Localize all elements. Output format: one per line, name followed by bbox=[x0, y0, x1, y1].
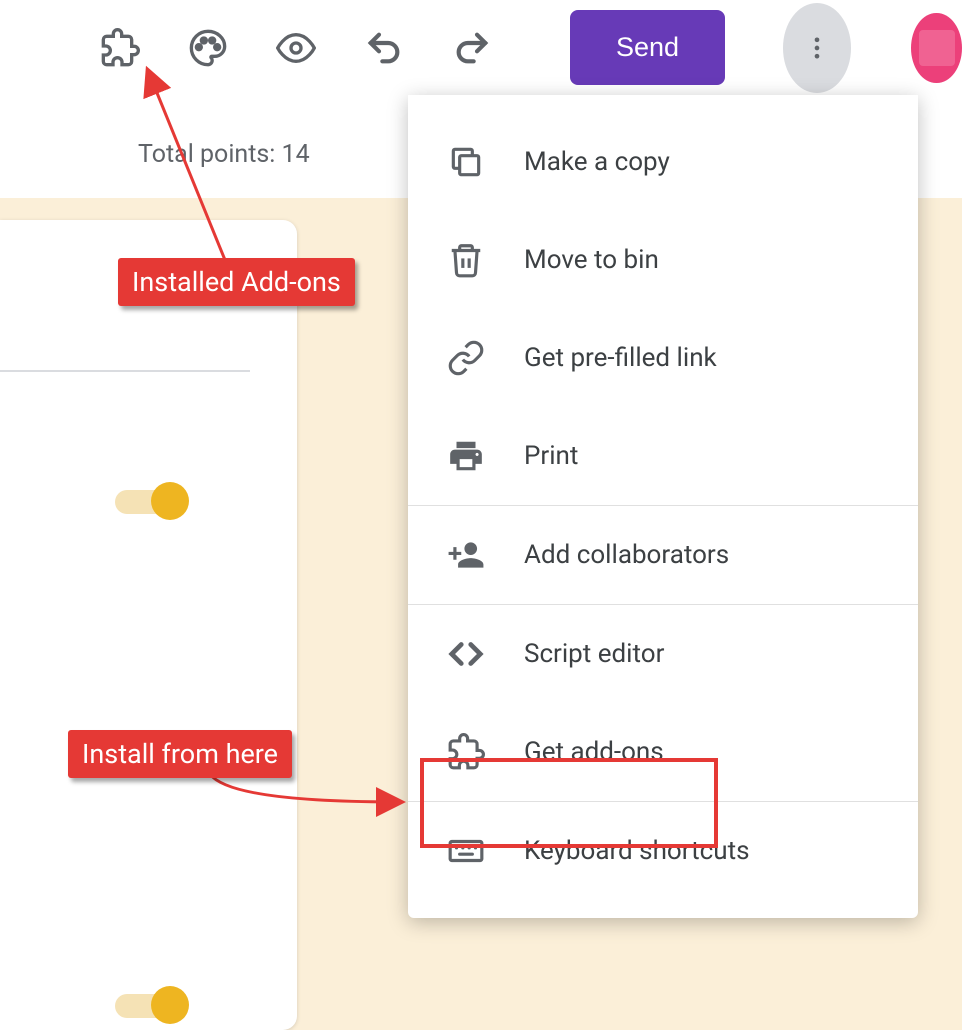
toolbar: Send bbox=[0, 0, 962, 95]
menu-item-label: Script editor bbox=[524, 639, 664, 669]
menu-item-script-editor[interactable]: Script editor bbox=[408, 605, 918, 703]
link-icon bbox=[444, 336, 488, 380]
undo-icon[interactable] bbox=[364, 26, 404, 70]
menu-item-label: Add collaborators bbox=[524, 540, 729, 570]
menu-item-label: Get pre-filled link bbox=[524, 343, 717, 373]
theme-icon[interactable] bbox=[188, 26, 228, 70]
menu-item-add-collaborators[interactable]: Add collaborators bbox=[408, 506, 918, 604]
addons-icon[interactable] bbox=[100, 26, 140, 70]
trash-icon bbox=[444, 238, 488, 282]
keyboard-icon bbox=[444, 829, 488, 873]
more-menu-button[interactable] bbox=[783, 3, 851, 93]
copy-icon bbox=[444, 140, 488, 184]
annotation-install-from-here: Install from here bbox=[68, 730, 292, 778]
puzzle-icon bbox=[444, 730, 488, 774]
collaborators-icon bbox=[444, 533, 488, 577]
menu-item-print[interactable]: Print bbox=[408, 407, 918, 505]
more-menu: Make a copy Move to bin Get pre-filled l… bbox=[408, 95, 918, 918]
annotation-installed-addons: Installed Add-ons bbox=[118, 258, 355, 306]
print-icon bbox=[444, 434, 488, 478]
avatar-image bbox=[919, 30, 955, 66]
menu-item-get-addons[interactable]: Get add-ons bbox=[408, 703, 918, 801]
menu-item-prefilled-link[interactable]: Get pre-filled link bbox=[408, 309, 918, 407]
menu-item-make-copy[interactable]: Make a copy bbox=[408, 113, 918, 211]
menu-item-keyboard-shortcuts[interactable]: Keyboard shortcuts bbox=[408, 802, 918, 900]
menu-item-move-to-bin[interactable]: Move to bin bbox=[408, 211, 918, 309]
code-icon bbox=[444, 632, 488, 676]
redo-icon[interactable] bbox=[452, 26, 492, 70]
question-card bbox=[0, 220, 297, 1030]
toggle-switch[interactable] bbox=[115, 490, 185, 514]
menu-item-label: Move to bin bbox=[524, 245, 659, 275]
menu-item-label: Get add-ons bbox=[524, 737, 664, 767]
menu-item-label: Print bbox=[524, 441, 578, 471]
toggle-switch[interactable] bbox=[115, 994, 185, 1018]
menu-item-label: Make a copy bbox=[524, 147, 670, 177]
send-button[interactable]: Send bbox=[570, 10, 725, 85]
user-avatar[interactable] bbox=[911, 13, 962, 83]
preview-icon[interactable] bbox=[276, 26, 316, 70]
menu-item-label: Keyboard shortcuts bbox=[524, 836, 750, 866]
total-points-text: Total points: 14 bbox=[138, 140, 310, 169]
